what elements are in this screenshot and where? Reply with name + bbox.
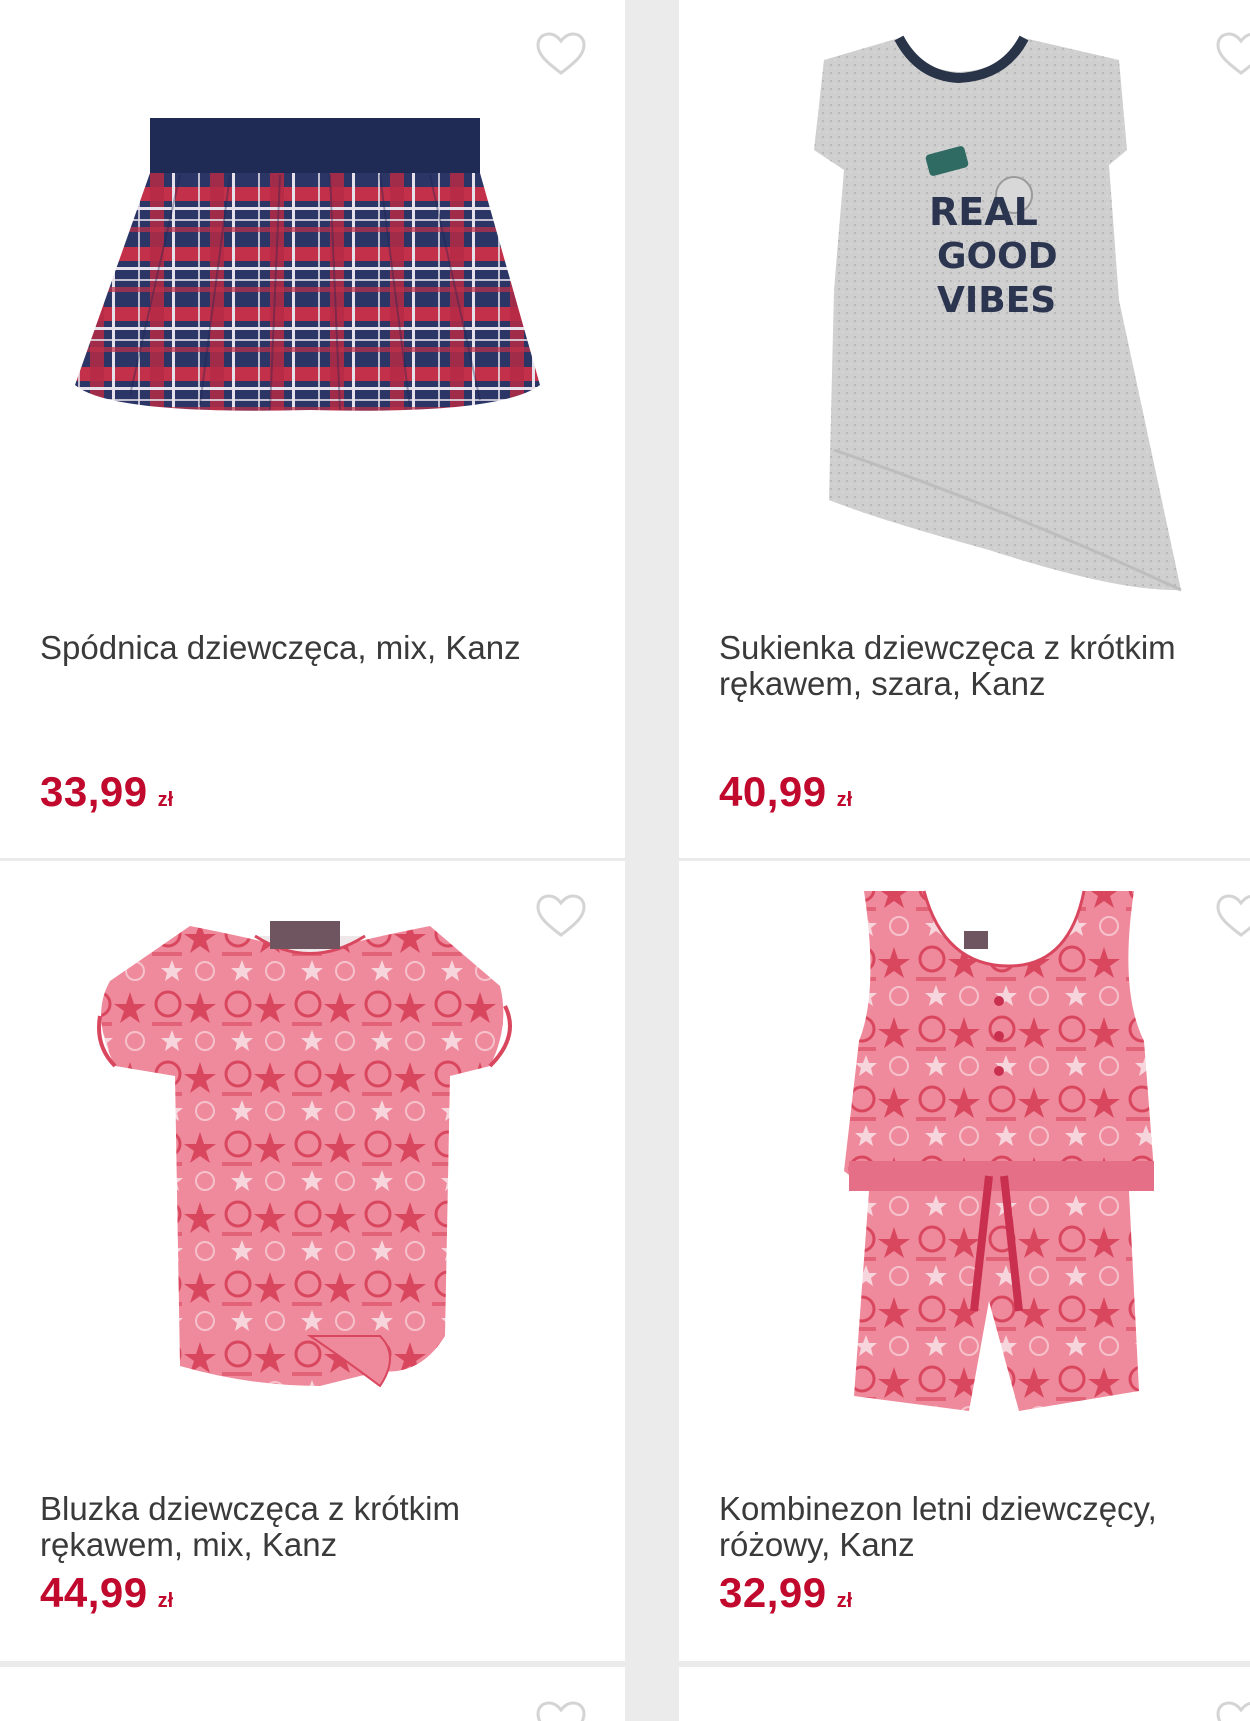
price-currency: zł — [836, 789, 853, 811]
heart-outline-icon[interactable] — [535, 31, 587, 77]
print-text-line: REAL — [929, 190, 1038, 234]
product-card[interactable]: Spódnica dziewczęca, mix, Kanz 33,99 zł — [0, 0, 625, 858]
heart-outline-icon[interactable] — [535, 1700, 587, 1721]
product-name[interactable]: Kombinezon letni dziewczęcy, różowy, Kan… — [719, 1491, 1239, 1563]
heart-outline-icon[interactable] — [1215, 1700, 1250, 1721]
product-price: 40,99 zł — [719, 768, 852, 816]
price-amount: 32,99 — [719, 1569, 827, 1616]
product-name[interactable]: Spódnica dziewczęca, mix, Kanz — [40, 630, 600, 666]
price-amount: 33,99 — [40, 768, 148, 815]
product-price: 32,99 zł — [719, 1569, 852, 1617]
product-card[interactable]: REAL GOOD VIBES Sukienka dziewczęca z kr… — [679, 0, 1250, 858]
product-card[interactable] — [0, 1667, 625, 1721]
product-card[interactable]: Bluzka dziewczęca z krótkim rękawem, mix… — [0, 861, 625, 1661]
product-image-pink-romper[interactable] — [774, 871, 1194, 1471]
product-name[interactable]: Bluzka dziewczęca z krótkim rękawem, mix… — [40, 1491, 600, 1563]
product-price: 33,99 zł — [40, 768, 173, 816]
print-text-line: GOOD — [937, 236, 1058, 277]
price-amount: 44,99 — [40, 1569, 148, 1616]
product-card[interactable]: Kombinezon letni dziewczęcy, różowy, Kan… — [679, 861, 1250, 1661]
product-image-plaid-skirt[interactable] — [70, 115, 560, 515]
price-currency: zł — [157, 1590, 174, 1612]
print-text-line: VIBES — [937, 280, 1056, 321]
price-currency: zł — [157, 789, 174, 811]
heart-outline-icon[interactable] — [1215, 893, 1250, 939]
heart-outline-icon[interactable] — [1215, 31, 1250, 77]
product-grid: Spódnica dziewczęca, mix, Kanz 33,99 zł R… — [0, 0, 1250, 1721]
product-image-grey-dress[interactable]: REAL GOOD VIBES — [789, 30, 1199, 600]
product-price: 44,99 zł — [40, 1569, 173, 1617]
product-card[interactable] — [679, 1667, 1250, 1721]
product-name[interactable]: Sukienka dziewczęca z krótkim rękawem, s… — [719, 630, 1239, 702]
heart-outline-icon[interactable] — [535, 893, 587, 939]
price-currency: zł — [836, 1590, 853, 1612]
product-image-pink-blouse[interactable] — [80, 916, 540, 1436]
price-amount: 40,99 — [719, 768, 827, 815]
